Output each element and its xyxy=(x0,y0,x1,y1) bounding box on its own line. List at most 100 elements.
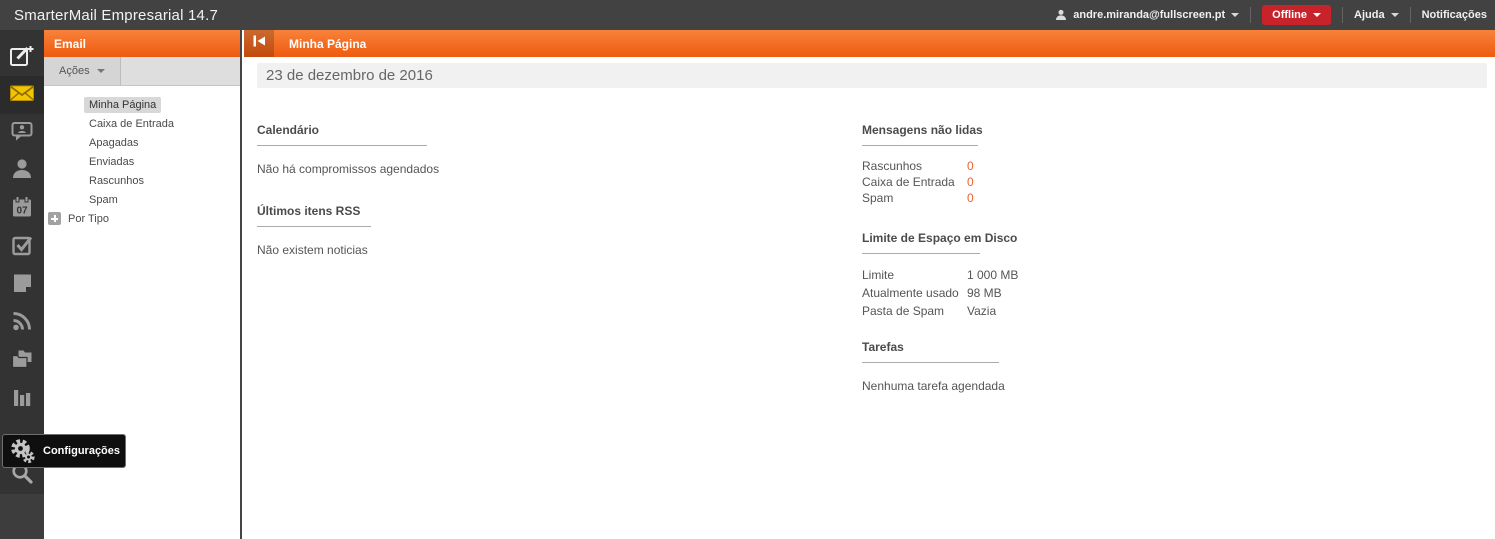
compose-icon xyxy=(9,44,35,73)
unread-row: Caixa de Entrada 0 xyxy=(862,174,1192,190)
chevron-down-icon xyxy=(1231,13,1240,17)
folder-item-caixa-de-entrada[interactable]: Caixa de Entrada xyxy=(44,114,240,133)
app-title: SmarterMail Empresarial 14.7 xyxy=(14,6,218,24)
date-text: 23 de dezembro de 2016 xyxy=(266,67,433,84)
section-unread: Mensagens não lidas Rascunhos 0 Caixa de… xyxy=(862,123,1192,206)
folder-item-minha-pagina[interactable]: Minha Página xyxy=(44,95,240,114)
rss-icon xyxy=(10,309,34,338)
divider xyxy=(862,253,980,254)
chevron-down-icon xyxy=(96,69,105,73)
folder-item-rascunhos[interactable]: Rascunhos xyxy=(44,171,240,190)
divider xyxy=(862,145,978,146)
section-disk-title: Limite de Espaço em Disco xyxy=(862,231,1018,245)
sidebar-item-settings[interactable]: Configurações xyxy=(2,434,126,468)
content-header: Minha Página xyxy=(244,30,1495,57)
help-label: Ajuda xyxy=(1354,9,1385,21)
sidebar-item-email[interactable] xyxy=(0,76,44,114)
disk-row-label: Pasta de Spam xyxy=(862,304,945,318)
email-icon xyxy=(9,81,35,110)
expand-plus-icon[interactable] xyxy=(48,212,61,225)
topbar-right: andre.miranda@fullscreen.pt Offline Ajud… xyxy=(1055,5,1487,25)
folder-item-spam[interactable]: Spam xyxy=(44,190,240,209)
settings-tooltip-label: Configurações xyxy=(43,445,121,457)
sidebar-item-tasks[interactable] xyxy=(0,228,44,266)
folder-item-apagadas[interactable]: Apagadas xyxy=(44,133,240,152)
contacts-icon xyxy=(10,157,34,186)
notes-icon xyxy=(10,271,34,300)
actions-label: Ações xyxy=(59,65,90,77)
divider xyxy=(257,226,371,227)
folder-label: Minha Página xyxy=(84,96,162,113)
disk-row-label: Limite xyxy=(862,268,895,282)
folders-icon xyxy=(10,347,34,376)
folder-list: Minha Página Caixa de Entrada Apagadas E… xyxy=(44,86,240,228)
status-label: Offline xyxy=(1272,9,1308,21)
help-menu[interactable]: Ajuda xyxy=(1354,9,1399,21)
section-rss: Últimos itens RSS Não existem noticias xyxy=(257,204,687,257)
divider xyxy=(1409,7,1411,23)
email-panel-header: Email xyxy=(44,30,240,57)
unread-row-value: 0 xyxy=(967,175,974,189)
divider xyxy=(1342,7,1344,23)
unread-row: Spam 0 xyxy=(862,190,1192,206)
disk-rows: Limite 1 000 MB Atualmente usado 98 MB P… xyxy=(862,266,1192,320)
chevron-down-icon xyxy=(1313,13,1322,17)
folder-label: Caixa de Entrada xyxy=(89,117,174,130)
sidebar-item-chat[interactable] xyxy=(0,114,44,152)
folder-label: Enviadas xyxy=(89,155,135,168)
section-calendar: Calendário Não há compromissos agendados xyxy=(257,123,687,176)
chevron-down-icon xyxy=(1390,13,1399,17)
unread-rows: Rascunhos 0 Caixa de Entrada 0 Spam 0 xyxy=(862,158,1192,206)
disk-row-value: 98 MB xyxy=(967,286,1002,300)
tasks-icon xyxy=(10,233,34,262)
date-banner: 23 de dezembro de 2016 xyxy=(257,63,1487,88)
user-menu[interactable]: andre.miranda@fullscreen.pt xyxy=(1055,9,1240,21)
content-left-column: Calendário Não há compromissos agendados… xyxy=(257,123,687,257)
topbar: SmarterMail Empresarial 14.7 andre.miran… xyxy=(0,0,1495,30)
tasks-empty-text: Nenhuma tarefa agendada xyxy=(862,379,1005,393)
sidebar-item-rss[interactable] xyxy=(0,304,44,342)
unread-row-value: 0 xyxy=(967,191,974,205)
divider xyxy=(1250,7,1252,23)
disk-row-label: Atualmente usado xyxy=(862,286,959,300)
disk-row-value: 1 000 MB xyxy=(967,268,1019,282)
email-panel-toolbar: Ações xyxy=(44,57,240,86)
actions-dropdown[interactable]: Ações xyxy=(44,57,121,85)
user-email: andre.miranda@fullscreen.pt xyxy=(1073,9,1226,21)
section-tasks: Tarefas Nenhuma tarefa agendada xyxy=(862,340,1192,393)
section-disk: Limite de Espaço em Disco Limite 1 000 M… xyxy=(862,231,1192,320)
unread-row-value: 0 xyxy=(967,159,974,173)
reports-icon xyxy=(10,385,34,414)
sidebar-item-folders[interactable] xyxy=(0,342,44,380)
folder-label: Rascunhos xyxy=(89,174,145,187)
disk-row: Atualmente usado 98 MB xyxy=(862,284,1192,302)
calendar-day-label: 07 xyxy=(16,205,28,216)
collapse-panel-button[interactable] xyxy=(244,30,274,57)
sidebar-item-contacts[interactable] xyxy=(0,152,44,190)
sidebar-item-compose[interactable] xyxy=(0,30,44,76)
folder-item-por-tipo[interactable]: Por Tipo xyxy=(44,209,240,228)
disk-row-value: Vazia xyxy=(967,304,997,318)
folder-label: Apagadas xyxy=(89,136,139,149)
calendar-empty-text: Não há compromissos agendados xyxy=(257,162,440,176)
folder-item-enviadas[interactable]: Enviadas xyxy=(44,152,240,171)
section-tasks-title: Tarefas xyxy=(862,340,904,354)
folder-label: Por Tipo xyxy=(68,212,109,225)
divider xyxy=(257,145,427,146)
calendar-icon: 07 xyxy=(10,195,34,224)
email-panel-title: Email xyxy=(54,36,87,51)
page-title: Minha Página xyxy=(289,36,367,51)
notifications-button[interactable]: Notificações xyxy=(1422,9,1487,21)
sidebar-item-notes[interactable] xyxy=(0,266,44,304)
disk-row: Pasta de Spam Vazia xyxy=(862,302,1192,320)
sidebar-item-reports[interactable] xyxy=(0,380,44,418)
unread-row-label[interactable]: Spam xyxy=(862,191,967,205)
rss-empty-text: Não existem noticias xyxy=(257,243,368,257)
sidebar-item-calendar[interactable]: 07 xyxy=(0,190,44,228)
user-icon xyxy=(1055,9,1067,21)
status-button[interactable]: Offline xyxy=(1262,5,1332,25)
unread-row-label[interactable]: Caixa de Entrada xyxy=(862,175,967,189)
folder-label: Spam xyxy=(89,193,118,206)
main-content: Minha Página 23 de dezembro de 2016 Cale… xyxy=(244,30,1495,539)
unread-row-label[interactable]: Rascunhos xyxy=(862,159,967,173)
